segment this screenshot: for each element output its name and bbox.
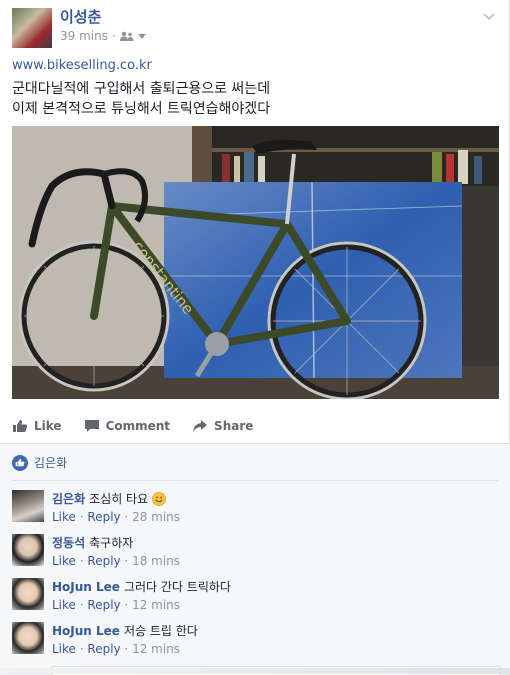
comment-avatar[interactable] <box>12 534 44 566</box>
comment-body: HoJun Lee 그러다 간다 트릭하다 <box>52 578 231 595</box>
like-label: Like <box>34 419 62 433</box>
post-timestamp[interactable]: 39 mins <box>60 29 108 43</box>
thumbs-up-icon <box>13 420 28 432</box>
chevron-down-icon[interactable] <box>483 10 495 22</box>
comment-text: 축구하자 <box>89 536 134 550</box>
comment-text: 그러다 간다 트릭하다 <box>123 580 231 594</box>
author-avatar[interactable] <box>12 8 52 48</box>
post-text-line-2: 이제 본격적으로 튜닝해서 트릭연습해야겠다 <box>12 101 271 117</box>
comment-item: 정동석 축구하자 Like · Reply · 18 mins <box>12 532 498 576</box>
post-photo[interactable]: constantine <box>12 126 499 399</box>
comment-avatar[interactable] <box>12 622 44 654</box>
comment-time[interactable]: 18 mins <box>132 554 180 568</box>
likes-summary[interactable]: 김은화 <box>12 454 67 471</box>
comment-icon <box>84 420 99 432</box>
like-button[interactable]: Like <box>12 419 62 433</box>
comment-item: HoJun Lee 저승 트립 한다 Like · Reply · 12 mins <box>12 620 498 664</box>
comment-avatar[interactable] <box>12 490 44 522</box>
comment-body: 정동석 축구하자 <box>52 534 133 551</box>
post-meta: 39 mins · <box>60 29 146 43</box>
post-text-line-1: 군대다닐적에 구입해서 출퇴근용으로 써는데 <box>12 81 271 97</box>
comment-button[interactable]: Comment <box>84 419 170 433</box>
comment-avatar[interactable] <box>12 578 44 610</box>
comment-body: 김은화 조심히 타요 <box>52 490 166 507</box>
bottom-edge <box>0 668 510 674</box>
comment-meta: Like · Reply · 28 mins <box>52 510 181 524</box>
post-card: 이성춘 39 mins · www.bikeselling.co.kr 군대다닐… <box>0 0 510 675</box>
comment-time[interactable]: 12 mins <box>132 598 180 612</box>
comment-reply-link[interactable]: Reply <box>87 642 120 656</box>
friends-icon[interactable] <box>119 31 134 41</box>
comment-label: Comment <box>105 419 171 433</box>
post-link[interactable]: www.bikeselling.co.kr <box>12 58 152 73</box>
comment-text: 저승 트립 한다 <box>123 624 198 638</box>
comment-time[interactable]: 12 mins <box>132 642 180 656</box>
comments-divider <box>12 480 498 481</box>
comment-author[interactable]: HoJun Lee <box>52 624 120 638</box>
comment-meta: Like · Reply · 12 mins <box>52 598 181 612</box>
comment-meta: Like · Reply · 12 mins <box>52 642 181 656</box>
likes-names[interactable]: 김은화 <box>34 454 67 471</box>
caret-down-icon[interactable] <box>137 33 146 39</box>
comment-like-link[interactable]: Like <box>52 510 76 524</box>
share-icon <box>193 420 208 432</box>
like-badge-icon <box>12 454 28 471</box>
post-author-name[interactable]: 이성춘 <box>60 6 101 27</box>
bike-photo-illustration: constantine <box>12 126 499 399</box>
comment-meta: Like · Reply · 18 mins <box>52 554 181 568</box>
comment-like-link[interactable]: Like <box>52 598 76 612</box>
comment-author[interactable]: 김은화 <box>52 492 85 506</box>
comment-text: 조심히 타요 <box>89 492 149 506</box>
comment-like-link[interactable]: Like <box>52 554 76 568</box>
comment-time[interactable]: 28 mins <box>132 510 180 524</box>
comment-body: HoJun Lee 저승 트립 한다 <box>52 622 198 639</box>
comment-like-link[interactable]: Like <box>52 642 76 656</box>
comment-reply-link[interactable]: Reply <box>87 510 120 524</box>
comment-item: HoJun Lee 그러다 간다 트릭하다 Like · Reply · 12 m… <box>12 576 498 620</box>
share-label: Share <box>214 419 254 433</box>
smile-emoji-icon <box>152 492 166 506</box>
comment-author[interactable]: 정동석 <box>52 536 85 550</box>
comment-reply-link[interactable]: Reply <box>87 598 120 612</box>
comment-reply-link[interactable]: Reply <box>87 554 120 568</box>
comment-item: 김은화 조심히 타요 Like · Reply · 28 mins <box>12 488 498 532</box>
comments-section: 김은화 김은화 조심히 타요 Like · Reply · 28 mins 정동… <box>0 444 510 675</box>
meta-separator: · <box>111 29 116 43</box>
comment-author[interactable]: HoJun Lee <box>52 580 120 594</box>
share-button[interactable]: Share <box>192 419 253 433</box>
post-actions: Like Comment Share <box>12 410 499 442</box>
